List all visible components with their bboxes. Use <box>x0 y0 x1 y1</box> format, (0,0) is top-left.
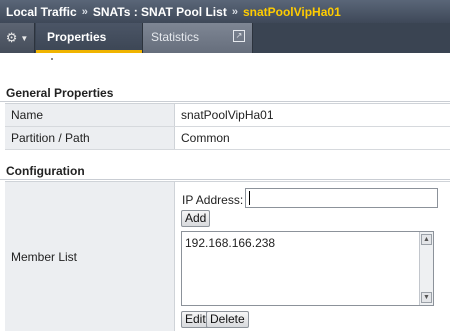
breadcrumb-local-traffic[interactable]: Local Traffic <box>6 5 77 19</box>
add-button[interactable]: Add <box>181 210 211 227</box>
member-list-label: Member List <box>5 182 175 331</box>
breadcrumb-separator: » <box>231 5 238 18</box>
member-list-label-text: Member List <box>11 249 78 264</box>
breadcrumb-separator: » <box>81 5 88 18</box>
tab-statistics-label: Statistics <box>151 30 200 44</box>
external-link-icon: ↗ <box>233 30 245 42</box>
tab-statistics[interactable]: Statistics ↗ <box>142 23 253 53</box>
property-row-name: Name snatPoolVipHa01 <box>5 104 450 127</box>
tab-properties[interactable]: Properties <box>36 23 142 53</box>
property-label: Name <box>5 104 175 126</box>
member-listbox[interactable]: 192.168.166.238 ▲ ▼ <box>181 231 434 306</box>
text-cursor <box>249 191 250 205</box>
tab-bar: ⚙ ▼ Properties Statistics ↗ <box>0 23 450 53</box>
breadcrumb: Local Traffic » SNATs : SNAT Pool List »… <box>0 0 450 23</box>
ip-address-label: IP Address: <box>182 193 244 207</box>
ip-address-input[interactable] <box>245 188 438 208</box>
breadcrumb-snat-pool-list[interactable]: SNATs : SNAT Pool List <box>93 5 227 19</box>
divider-dot <box>51 58 53 60</box>
property-value: Common <box>181 131 230 145</box>
property-label: Partition / Path <box>5 127 175 149</box>
scroll-up-icon[interactable]: ▲ <box>421 234 432 245</box>
scrollbar[interactable]: ▲ ▼ <box>419 232 433 305</box>
list-item[interactable]: 192.168.166.238 <box>185 236 275 250</box>
gear-icon: ⚙ <box>5 30 18 45</box>
property-row-partition: Partition / Path Common <box>5 127 450 150</box>
breadcrumb-current: snatPoolVipHa01 <box>242 4 341 19</box>
property-value: snatPoolVipHa01 <box>181 108 274 122</box>
gear-menu-button[interactable]: ⚙ ▼ <box>0 23 35 53</box>
scroll-down-icon[interactable]: ▼ <box>421 292 432 303</box>
configuration-title: Configuration <box>0 162 450 180</box>
chevron-down-icon: ▼ <box>20 33 29 43</box>
delete-button[interactable]: Delete <box>206 311 249 328</box>
general-properties-title: General Properties <box>0 84 450 102</box>
